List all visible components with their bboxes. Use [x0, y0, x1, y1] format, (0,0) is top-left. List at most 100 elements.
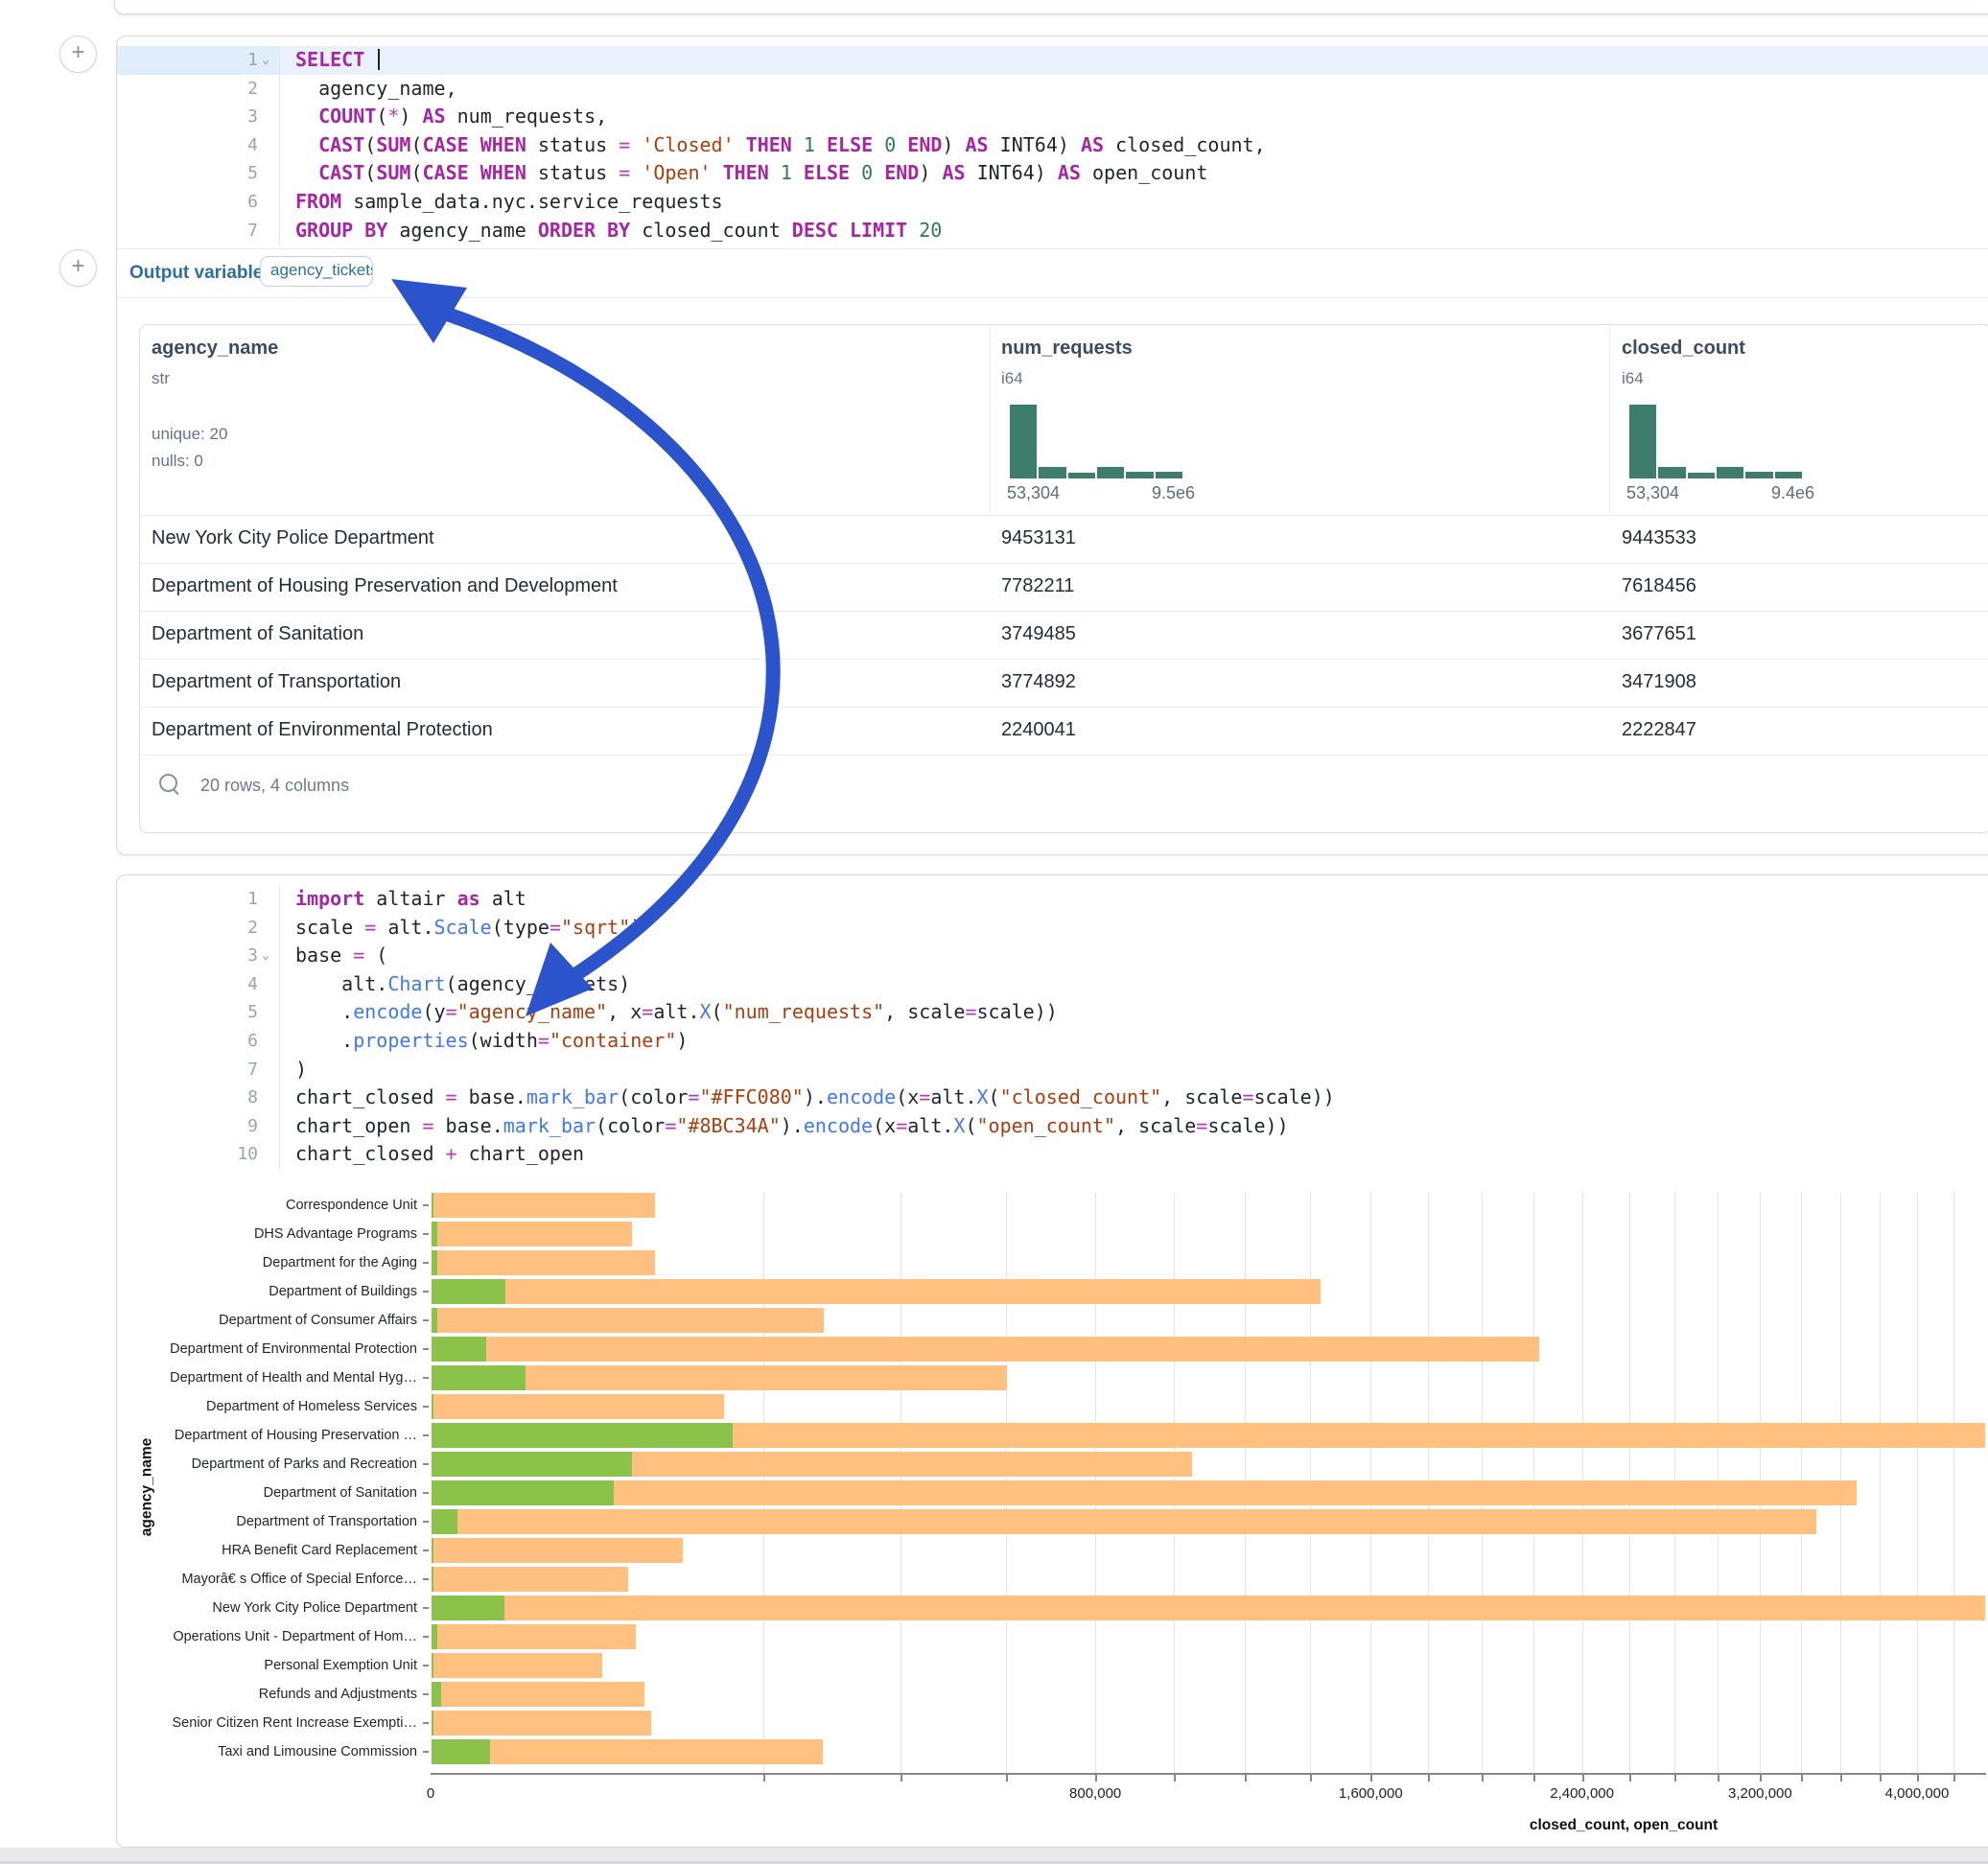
histogram-max-label: 9.4e6 — [1771, 483, 1814, 503]
sql-editor[interactable]: 1⌄SELECT 2 agency_name,3 COUNT(*) AS num… — [117, 46, 1988, 245]
table-cell: Department of Sanitation — [152, 623, 363, 645]
line-gutter[interactable]: 1⌄ — [117, 46, 280, 75]
column-header-closed_count[interactable]: closed_count — [1622, 338, 1745, 360]
code-line[interactable]: 1⌄SELECT — [117, 46, 1988, 75]
line-gutter[interactable]: 7 — [117, 1056, 280, 1084]
category-label: HRA Benefit Card Replacement — [117, 1543, 417, 1558]
column-stat: nulls: 0 — [152, 452, 203, 471]
line-number: 9 — [247, 1112, 258, 1141]
table-cell: Department of Housing Preservation and D… — [152, 575, 618, 597]
code-line[interactable]: 9chart_open = base.mark_bar(color="#8BC3… — [117, 1112, 1988, 1141]
y-axis-tick — [423, 1434, 429, 1436]
category-label: Department of Housing Preservation … — [117, 1428, 417, 1443]
category-label: DHS Advantage Programs — [117, 1226, 417, 1242]
open_count-bar — [432, 1193, 433, 1218]
previous-cell-edge — [114, 0, 1988, 14]
closed_count-bar — [432, 1739, 823, 1764]
code-line[interactable]: 10chart_closed + chart_open — [117, 1140, 1988, 1169]
open_count-bar — [432, 1596, 504, 1620]
add-cell-button-top[interactable]: + — [59, 35, 97, 73]
open_count-bar — [432, 1567, 433, 1592]
code-line[interactable]: 6 .properties(width="container") — [117, 1027, 1988, 1056]
cell-divider — [117, 297, 1988, 298]
code-line[interactable]: 7GROUP BY agency_name ORDER BY closed_co… — [117, 217, 1988, 245]
line-gutter[interactable]: 8 — [117, 1083, 280, 1112]
code-line[interactable]: 4 CAST(SUM(CASE WHEN status = 'Closed' T… — [117, 131, 1988, 160]
code-line[interactable]: 3⌄base = ( — [117, 942, 1988, 970]
line-gutter[interactable]: 2 — [117, 914, 280, 943]
column-type: str — [152, 369, 170, 388]
row-separator — [140, 659, 1988, 660]
line-number: 2 — [247, 75, 258, 104]
line-gutter[interactable]: 6 — [117, 1027, 280, 1056]
code-text: CAST(SUM(CASE WHEN status = 'Closed' THE… — [280, 131, 1266, 160]
line-gutter[interactable]: 5 — [117, 998, 280, 1027]
line-gutter[interactable]: 7 — [117, 217, 280, 245]
code-line[interactable]: 3 COUNT(*) AS num_requests, — [117, 103, 1988, 131]
table-header-border — [140, 515, 1988, 516]
y-axis-tick — [423, 1262, 429, 1264]
code-line[interactable]: 6FROM sample_data.nyc.service_requests — [117, 188, 1988, 217]
row-separator — [140, 707, 1988, 708]
column-header-num_requests[interactable]: num_requests — [1001, 338, 1133, 360]
search-icon[interactable] — [159, 774, 184, 799]
line-gutter[interactable]: 10 — [117, 1140, 280, 1169]
line-gutter[interactable]: 3⌄ — [117, 942, 280, 970]
histogram-axis-labels: 53,3049.5e6 — [1007, 483, 1195, 503]
x-axis-tick-label: 4,000,000 — [1885, 1785, 1950, 1802]
output-variable-pill[interactable]: agency_tickets — [260, 256, 373, 287]
line-gutter[interactable]: 6 — [117, 188, 280, 217]
line-gutter[interactable]: 9 — [117, 1112, 280, 1141]
line-number: 5 — [247, 159, 258, 188]
open_count-bar — [432, 1509, 457, 1534]
open_count-bar — [432, 1653, 433, 1678]
closed_count-bar — [432, 1222, 632, 1247]
line-gutter[interactable]: 1 — [117, 885, 280, 914]
line-gutter[interactable]: 2 — [117, 75, 280, 104]
y-axis-tick — [423, 1751, 429, 1753]
open_count-bar — [432, 1423, 733, 1448]
closed_count-bar — [432, 1193, 655, 1218]
code-line[interactable]: 1import altair as alt — [117, 885, 1988, 914]
table-cell: 7782211 — [1001, 575, 1074, 597]
category-label: New York City Police Department — [117, 1600, 417, 1616]
line-number: 8 — [247, 1083, 258, 1112]
python-editor[interactable]: 1import altair as alt2scale = alt.Scale(… — [117, 885, 1988, 1169]
category-label: Department of Buildings — [117, 1284, 417, 1299]
fold-chevron-icon[interactable]: ⌄ — [258, 46, 273, 75]
x-axis-tick-label: 2,400,000 — [1550, 1785, 1614, 1802]
code-text: COUNT(*) AS num_requests, — [280, 103, 607, 131]
gridline — [1917, 1193, 1918, 1773]
code-line[interactable]: 2 agency_name, — [117, 75, 1988, 104]
table-cell: 9453131 — [1001, 527, 1076, 549]
line-gutter[interactable]: 5 — [117, 159, 280, 188]
line-gutter[interactable]: 3 — [117, 103, 280, 131]
open_count-bar — [432, 1308, 437, 1333]
line-number: 4 — [247, 970, 258, 999]
code-text: CAST(SUM(CASE WHEN status = 'Open' THEN … — [280, 159, 1207, 188]
code-line[interactable]: 2scale = alt.Scale(type="sqrt") — [117, 914, 1988, 943]
code-line[interactable]: 4 alt.Chart(agency_tickets) — [117, 970, 1988, 999]
histogram-bar — [1039, 467, 1065, 478]
x-axis-tick-label: 3,200,000 — [1728, 1785, 1792, 1802]
column-header-agency_name[interactable]: agency_name — [152, 338, 278, 360]
add-cell-button-output[interactable]: + — [59, 249, 97, 287]
code-line[interactable]: 5 .encode(y="agency_name", x=alt.X("num_… — [117, 998, 1988, 1027]
closed_count-bar — [432, 1567, 628, 1592]
category-label: Operations Unit - Department of Hom… — [117, 1629, 417, 1644]
code-line[interactable]: 8 chart_closed = base.mark_bar(color="#FF… — [117, 1083, 1988, 1112]
line-gutter[interactable]: 4 — [117, 970, 280, 999]
histogram-bar — [1688, 473, 1715, 478]
y-axis-title: agency_name — [138, 1438, 155, 1537]
gridline — [1880, 1193, 1881, 1773]
line-gutter[interactable]: 4 — [117, 131, 280, 160]
category-label: Department of Homeless Services — [117, 1399, 417, 1414]
category-label: Refunds and Adjustments — [117, 1687, 417, 1702]
fold-chevron-icon[interactable]: ⌄ — [258, 942, 273, 970]
x-axis-minor-tick — [1760, 1775, 1762, 1782]
histogram-min-label: 53,304 — [1626, 483, 1679, 503]
code-text: chart_closed = base.mark_bar(color="#FFC… — [280, 1083, 1335, 1112]
code-line[interactable]: 5 CAST(SUM(CASE WHEN status = 'Open' THE… — [117, 159, 1988, 188]
code-line[interactable]: 7) — [117, 1056, 1988, 1084]
histogram-bar — [1068, 473, 1095, 478]
